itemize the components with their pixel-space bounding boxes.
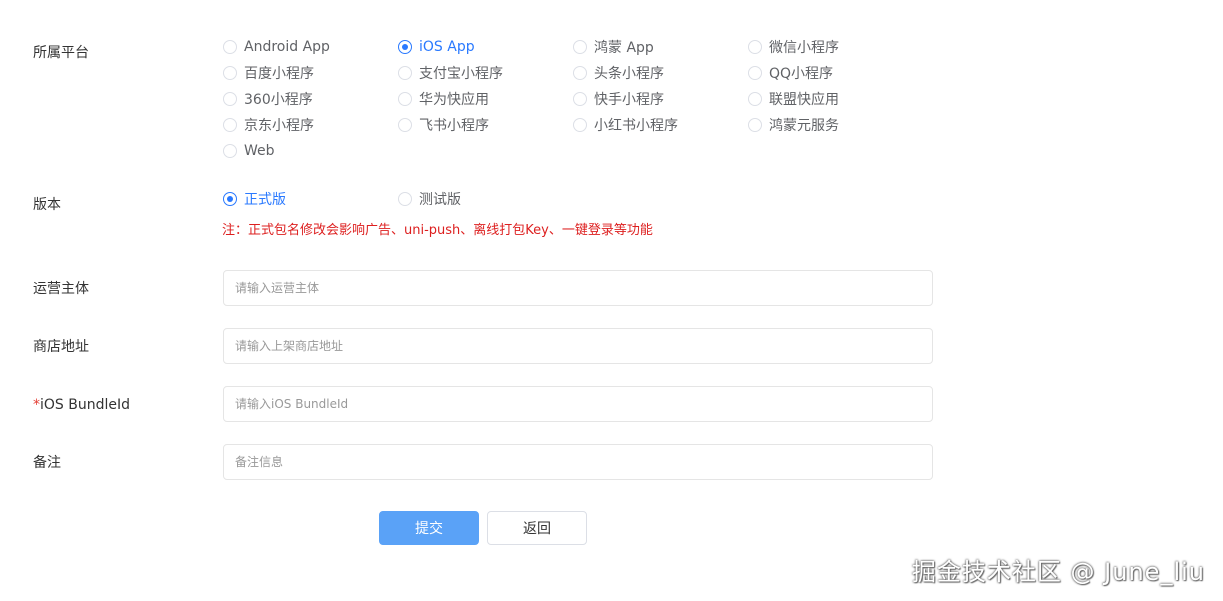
remark-label: 备注 — [33, 455, 61, 471]
platform-option-jd[interactable]: 京东小程序 — [223, 115, 314, 135]
version-warning-note: 注：正式包名修改会影响广告、uni-push、离线打包Key、一键登录等功能 — [222, 223, 653, 238]
platform-option-baidu[interactable]: 百度小程序 — [223, 63, 314, 83]
version-option-test[interactable]: 测试版 — [398, 189, 461, 209]
platform-option-ios[interactable]: iOS App — [398, 37, 475, 57]
radio-circle-icon — [223, 144, 237, 158]
radio-label: 360小程序 — [244, 92, 313, 108]
radio-circle-icon — [573, 118, 587, 132]
radio-label: 华为快应用 — [419, 92, 489, 108]
submit-button[interactable]: 提交 — [379, 511, 479, 545]
radio-label: 快手小程序 — [594, 92, 664, 108]
radio-circle-icon — [748, 66, 762, 80]
radio-circle-icon — [223, 66, 237, 80]
radio-label: 测试版 — [419, 192, 461, 208]
app-config-form: 所属平台 Android App iOS App 鸿蒙 App 微信小程序 百度… — [0, 0, 1223, 601]
radio-circle-icon — [573, 66, 587, 80]
radio-label: 京东小程序 — [244, 118, 314, 134]
platform-option-union-quickapp[interactable]: 联盟快应用 — [748, 89, 839, 109]
radio-label: Android App — [244, 39, 330, 55]
platform-label: 所属平台 — [33, 45, 89, 61]
radio-label: 鸿蒙 App — [594, 40, 654, 56]
operator-label: 运营主体 — [33, 281, 89, 297]
radio-label: 正式版 — [244, 192, 286, 208]
platform-option-alipay[interactable]: 支付宝小程序 — [398, 63, 503, 83]
platform-option-feishu[interactable]: 飞书小程序 — [398, 115, 489, 135]
platform-option-xiaohongshu[interactable]: 小红书小程序 — [573, 115, 678, 135]
radio-circle-icon — [398, 118, 412, 132]
radio-label: 微信小程序 — [769, 40, 839, 56]
radio-circle-icon — [573, 40, 587, 54]
radio-circle-icon — [748, 40, 762, 54]
platform-option-wechat[interactable]: 微信小程序 — [748, 37, 839, 57]
platform-option-huawei-quickapp[interactable]: 华为快应用 — [398, 89, 489, 109]
radio-circle-icon — [398, 40, 412, 54]
operator-input[interactable] — [223, 270, 933, 306]
platform-option-harmony[interactable]: 鸿蒙 App — [573, 37, 654, 57]
platform-option-harmony-atomic[interactable]: 鸿蒙元服务 — [748, 115, 839, 135]
remark-input[interactable] — [223, 444, 933, 480]
platform-option-web[interactable]: Web — [223, 141, 275, 161]
radio-circle-icon — [748, 118, 762, 132]
site-watermark: 掘金技术社区 @ June_liu — [911, 558, 1205, 586]
bundle-id-label-text: iOS BundleId — [40, 397, 131, 413]
back-button[interactable]: 返回 — [487, 511, 587, 545]
platform-option-toutiao[interactable]: 头条小程序 — [573, 63, 664, 83]
radio-circle-icon — [223, 92, 237, 106]
store-url-label: 商店地址 — [33, 339, 89, 355]
radio-circle-icon — [573, 92, 587, 106]
radio-label: iOS App — [419, 39, 475, 55]
version-option-release[interactable]: 正式版 — [223, 189, 286, 209]
required-mark: * — [33, 397, 40, 413]
radio-label: 联盟快应用 — [769, 92, 839, 108]
radio-label: Web — [244, 143, 275, 159]
radio-circle-icon — [223, 118, 237, 132]
version-label: 版本 — [33, 197, 61, 213]
platform-option-android[interactable]: Android App — [223, 37, 330, 57]
radio-label: 飞书小程序 — [419, 118, 489, 134]
radio-label: 小红书小程序 — [594, 118, 678, 134]
radio-label: QQ小程序 — [769, 66, 834, 82]
bundle-id-label: *iOS BundleId — [33, 395, 130, 415]
radio-circle-icon — [748, 92, 762, 106]
radio-circle-icon — [223, 192, 237, 206]
radio-label: 支付宝小程序 — [419, 66, 503, 82]
platform-option-qq[interactable]: QQ小程序 — [748, 63, 833, 83]
radio-circle-icon — [398, 192, 412, 206]
radio-label: 头条小程序 — [594, 66, 664, 82]
bundle-id-input[interactable] — [223, 386, 933, 422]
platform-option-kuaishou[interactable]: 快手小程序 — [573, 89, 664, 109]
radio-label: 鸿蒙元服务 — [769, 118, 839, 134]
radio-circle-icon — [398, 92, 412, 106]
platform-option-360[interactable]: 360小程序 — [223, 89, 313, 109]
radio-circle-icon — [223, 40, 237, 54]
radio-circle-icon — [398, 66, 412, 80]
radio-label: 百度小程序 — [244, 66, 314, 82]
store-url-input[interactable] — [223, 328, 933, 364]
